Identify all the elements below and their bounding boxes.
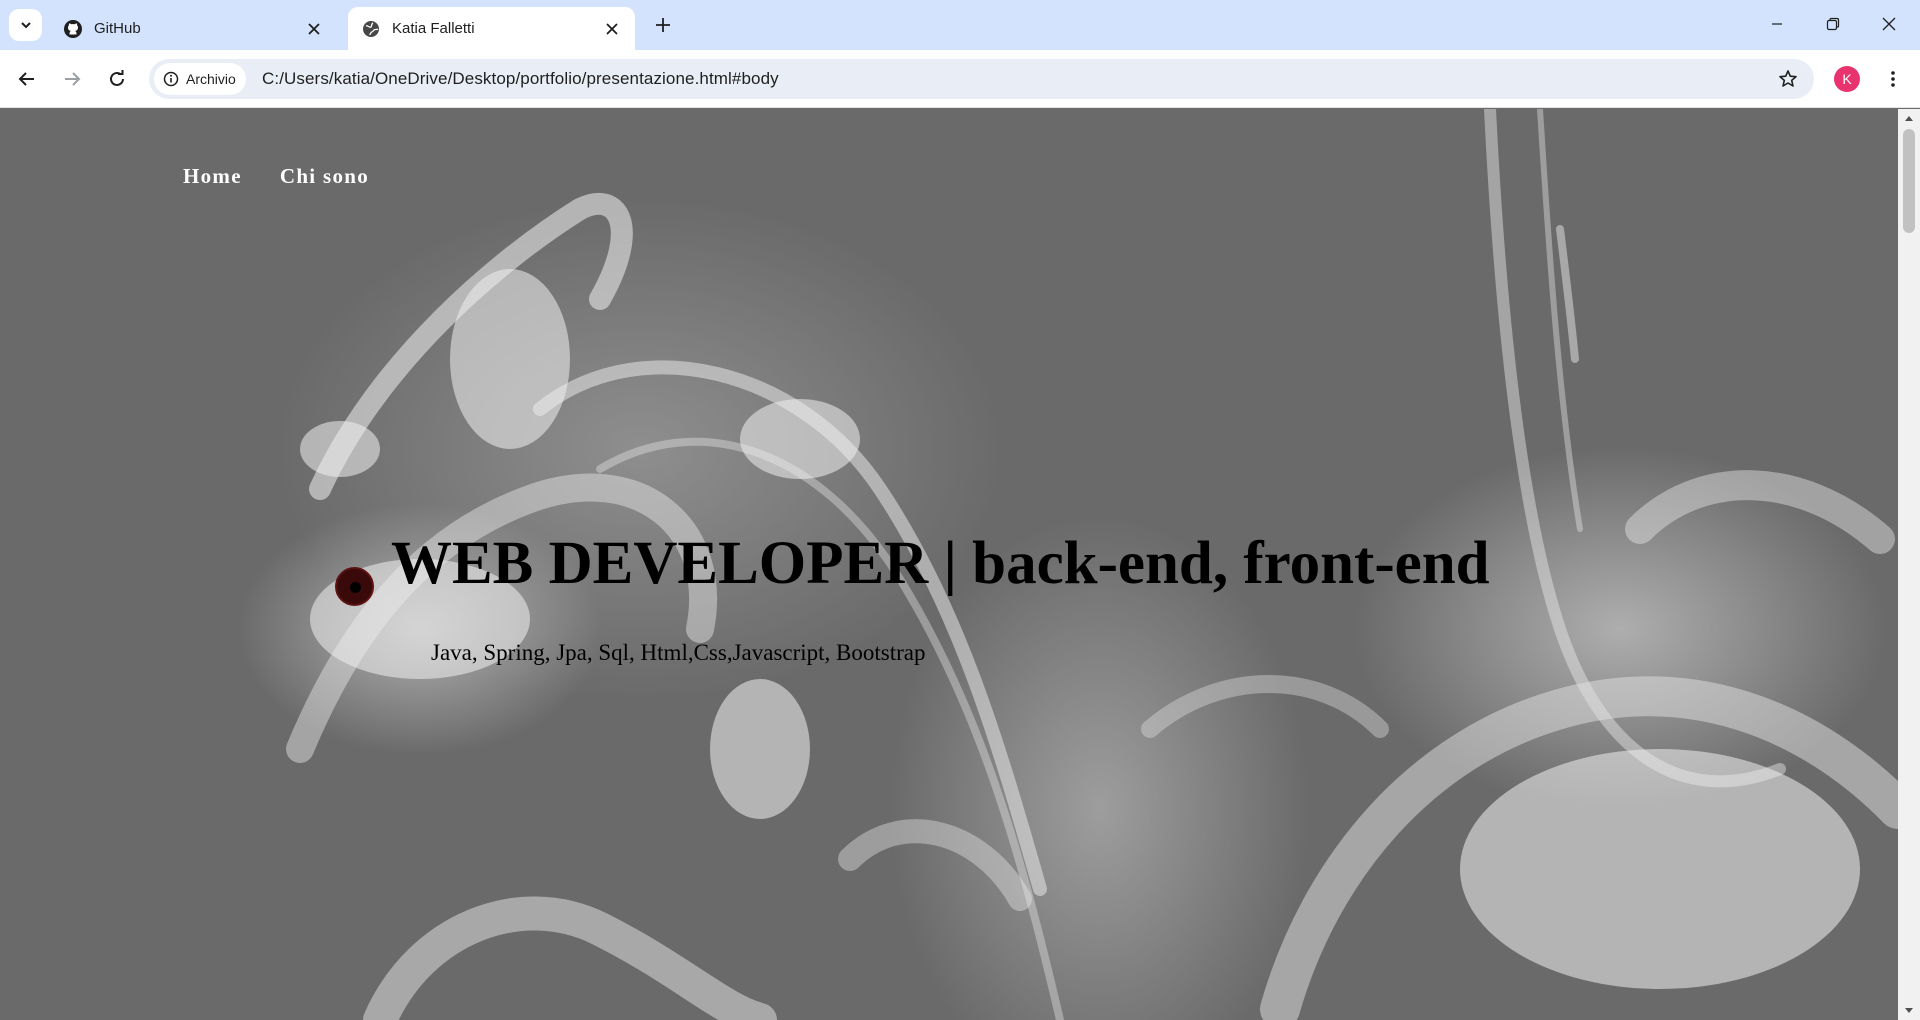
browser-toolbar: Archivio C:/Users/katia/OneDrive/Desktop… (0, 50, 1920, 108)
site-chip-label: Archivio (186, 71, 236, 87)
plus-icon (656, 18, 670, 32)
hero-bullet-dot (335, 567, 374, 606)
reload-button[interactable] (102, 64, 132, 94)
tab-title: Katia Falletti (392, 20, 475, 37)
close-icon[interactable] (301, 16, 327, 42)
address-bar[interactable]: Archivio C:/Users/katia/OneDrive/Desktop… (149, 59, 1814, 99)
arrow-left-icon (18, 72, 34, 86)
star-icon (1779, 70, 1797, 87)
close-window-button[interactable] (1866, 8, 1912, 40)
scroll-down-arrow-icon[interactable] (1898, 1002, 1920, 1020)
restore-icon (1826, 17, 1840, 31)
nav-link-home[interactable]: Home (183, 164, 242, 189)
tab-title: GitHub (94, 20, 141, 37)
info-icon (162, 70, 180, 88)
hero-title: WEB DEVELOPER | back-end, front-end (391, 530, 1490, 597)
site-info-chip[interactable]: Archivio (154, 63, 246, 95)
tab-katia-falletti[interactable]: Katia Falletti (348, 7, 635, 50)
site-nav: Home Chi sono (183, 164, 369, 189)
hero-subtitle: Java, Spring, Jpa, Sql, Html,Css,Javascr… (431, 640, 926, 665)
scroll-up-arrow-icon[interactable] (1898, 109, 1920, 127)
minimize-button[interactable] (1754, 8, 1800, 40)
restore-button[interactable] (1810, 8, 1856, 40)
page-scrollbar[interactable] (1898, 109, 1920, 1020)
more-vert-icon (1891, 71, 1895, 87)
profile-avatar[interactable]: K (1834, 66, 1860, 92)
url-text[interactable]: C:/Users/katia/OneDrive/Desktop/portfoli… (262, 59, 779, 99)
minimize-icon (1772, 23, 1782, 25)
chevron-down-icon (20, 22, 31, 29)
globe-icon (361, 19, 381, 39)
scrollbar-thumb[interactable] (1903, 129, 1915, 233)
forward-button[interactable] (57, 64, 87, 94)
reload-icon (110, 70, 124, 86)
tab-search-button[interactable] (9, 9, 42, 41)
tab-strip: GitHub Katia Falletti (0, 0, 1920, 50)
bookmark-button[interactable] (1776, 67, 1800, 91)
browser-menu-button[interactable] (1878, 64, 1908, 94)
close-icon (1882, 17, 1896, 31)
page-viewport: Home Chi sono WEB DEVELOPER | back-end, … (0, 109, 1898, 1020)
back-button[interactable] (12, 64, 42, 94)
close-icon[interactable] (599, 16, 625, 42)
nav-link-chi-sono[interactable]: Chi sono (280, 164, 369, 189)
new-tab-button[interactable] (648, 10, 678, 40)
github-icon (63, 19, 83, 39)
tab-github[interactable]: GitHub (50, 7, 337, 50)
arrow-right-icon (65, 72, 81, 86)
